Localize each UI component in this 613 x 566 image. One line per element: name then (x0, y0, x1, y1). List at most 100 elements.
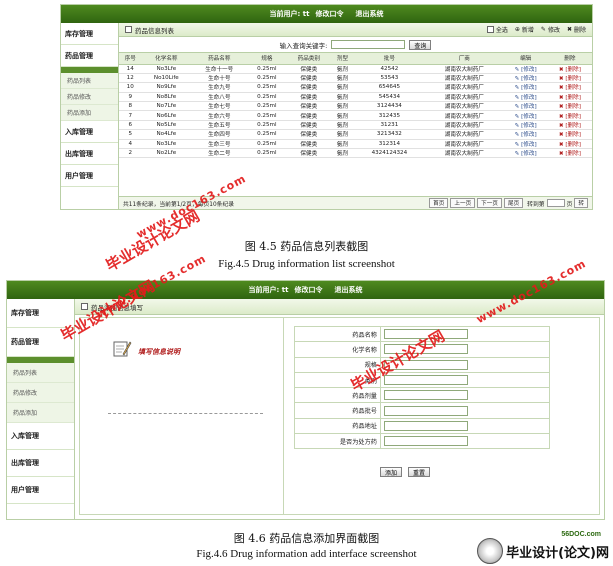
edit-row-link[interactable]: ✎ [修改] (503, 92, 548, 103)
table-cell: 生命十号 (191, 73, 248, 84)
sidebar-group-users[interactable]: 用户管理 (7, 477, 74, 504)
goto-label: 转到第 (527, 201, 545, 208)
edit-row-link[interactable]: ✎ [修改] (503, 101, 548, 112)
table-cell: 3124434 (353, 101, 426, 112)
footer-site: 56DOC.com (561, 531, 601, 538)
logout-link[interactable]: 退出系统 (334, 285, 362, 295)
edit-row-link[interactable]: ✎ [修改] (503, 82, 548, 93)
spec-input[interactable] (384, 359, 468, 370)
table-cell: 生命八号 (191, 92, 248, 103)
table-cell: 保健类 (286, 92, 332, 103)
sidebar-group-inventory[interactable]: 库存管理 (61, 23, 118, 45)
sidebar-group-inventory[interactable]: 库存管理 (7, 299, 74, 328)
add-button[interactable]: ⊕ 新增 (515, 25, 534, 34)
sidebar-item-drug-add[interactable]: 药品添加 (61, 105, 118, 121)
edit-row-link[interactable]: ✎ [修改] (503, 148, 548, 159)
category-input[interactable] (384, 375, 468, 386)
field-cell (380, 356, 550, 373)
table-row: 2 No2Lfe 生命二号 0.25ml 保健类 氨剂 4324124324 湖南农大制药厂 ✎… (119, 148, 592, 159)
delete-row-link[interactable]: ✖ [删除] (547, 139, 592, 150)
table-cell: 545434 (353, 92, 426, 103)
drug-name-input[interactable] (384, 329, 468, 340)
delete-row-link[interactable]: ✖ [删除] (547, 73, 592, 84)
field-cell (380, 387, 550, 404)
col-header: 厂商 (425, 53, 504, 65)
edit-row-link[interactable]: ✎ [修改] (503, 129, 548, 140)
table-cell: 湖南农大制药厂 (425, 64, 504, 74)
delete-row-link[interactable]: ✖ [删除] (547, 129, 592, 140)
table-row: 14 No3Lfe 生命十一号 0.25ml 保健类 氨剂 42542 湖南农大制药厂 ✎ [修… (119, 64, 592, 74)
table-cell: 保健类 (286, 129, 332, 140)
checkbox-icon[interactable] (486, 26, 494, 33)
table-cell: No8Lfe (141, 92, 192, 103)
seal-icon (477, 538, 504, 564)
sidebar-item-drug-edit[interactable]: 药品修改 (61, 89, 118, 105)
prev-page-button[interactable]: 上一页 (450, 198, 476, 208)
sidebar-group-stock-in[interactable]: 入库管理 (61, 121, 118, 143)
submit-button[interactable]: 添加 (380, 467, 403, 477)
table-cell: 42542 (353, 64, 426, 74)
goto-page-input[interactable] (546, 199, 565, 207)
edit-row-link[interactable]: ✎ [修改] (503, 110, 548, 121)
select-all-label: 全选 (495, 27, 508, 34)
table-row: 12 No10Life 生命十号 0.25ml 保健类 氨剂 53543 湖南农大制药厂 ✎ [… (119, 73, 592, 84)
last-page-button[interactable]: 尾页 (503, 198, 524, 208)
prescription-input[interactable] (384, 436, 468, 447)
current-user-label: 当前用户: tt (269, 10, 310, 18)
search-input[interactable] (331, 40, 406, 49)
sidebar-group-stock-out[interactable]: 出库管理 (7, 450, 74, 477)
chemical-name-input[interactable] (384, 344, 468, 355)
delete-row-link[interactable]: ✖ [删除] (547, 64, 592, 74)
table-cell: 生命三号 (191, 139, 248, 150)
sidebar-item-drug-list[interactable]: 药品列表 (7, 363, 74, 383)
sidebar-group-users[interactable]: 用户管理 (61, 165, 118, 187)
table-cell: 53543 (353, 73, 426, 84)
edit-row-link[interactable]: ✎ [修改] (503, 139, 548, 150)
sidebar-group-stock-in[interactable]: 入库管理 (7, 423, 74, 450)
edit-row-link[interactable]: ✎ [修改] (503, 64, 548, 74)
add-label: 新增 (521, 27, 534, 34)
select-all-button[interactable]: 全选 (486, 25, 508, 34)
sidebar-item-drug-list[interactable]: 药品列表 (61, 73, 118, 89)
change-password-link[interactable]: 修改口令 (294, 285, 322, 295)
sidebar-group-stock-out[interactable]: 出库管理 (61, 143, 118, 165)
delete-row-link[interactable]: ✖ [删除] (547, 92, 592, 103)
table-cell: 保健类 (286, 101, 332, 112)
address-input[interactable] (384, 420, 468, 431)
sidebar-item-drug-edit[interactable]: 药品修改 (7, 383, 74, 403)
table-cell: 湖南农大制药厂 (425, 110, 504, 121)
edit-row-link[interactable]: ✎ [修改] (503, 120, 548, 131)
delete-row-link[interactable]: ✖ [删除] (547, 148, 592, 159)
change-password-link[interactable]: 修改口令 (315, 9, 343, 19)
logout-link[interactable]: 退出系统 (355, 9, 383, 19)
table-cell: 保健类 (286, 82, 332, 93)
first-page-button[interactable]: 首页 (429, 198, 449, 208)
delete-row-link[interactable]: ✖ [删除] (547, 110, 592, 121)
table-header-row: 序号 化学名称 药品名称 规格 药品类别 剂型 批号 厂商 编辑 删除 (119, 53, 592, 65)
col-header: 药品类别 (286, 53, 332, 65)
sidebar-item-drug-add[interactable]: 药品添加 (7, 403, 74, 423)
table-cell: 湖南农大制药厂 (425, 82, 504, 93)
delete-row-link[interactable]: ✖ [删除] (547, 120, 592, 131)
dosage-input[interactable] (384, 390, 468, 401)
go-button[interactable]: 转 (574, 198, 588, 208)
batch-number-input[interactable] (384, 405, 468, 416)
sidebar-group-drug-management[interactable]: 药品管理 (61, 45, 118, 67)
table-cell: 312435 (353, 110, 426, 121)
edit-row-link[interactable]: ✎ [修改] (503, 73, 548, 84)
delete-button[interactable]: ✖ 删除 (567, 25, 586, 34)
next-page-button[interactable]: 下一页 (477, 198, 502, 208)
reset-button[interactable]: 重置 (408, 467, 431, 477)
sidebar-group-drug-management[interactable]: 药品管理 (7, 328, 74, 357)
form-buttons: 添加 重置 (380, 467, 431, 477)
delete-label: 删除 (573, 27, 586, 34)
table-cell: 0.25ml (247, 120, 287, 131)
edit-button[interactable]: ✎ 修改 (541, 25, 560, 34)
search-button[interactable]: 查询 (409, 39, 432, 50)
field-label: 化学名称 (294, 341, 381, 358)
table-cell: 0.25ml (247, 101, 287, 112)
delete-row-link[interactable]: ✖ [删除] (547, 82, 592, 93)
delete-row-link[interactable]: ✖ [删除] (547, 101, 592, 112)
window-icon (125, 26, 132, 33)
form-row: 规格 (294, 356, 550, 373)
